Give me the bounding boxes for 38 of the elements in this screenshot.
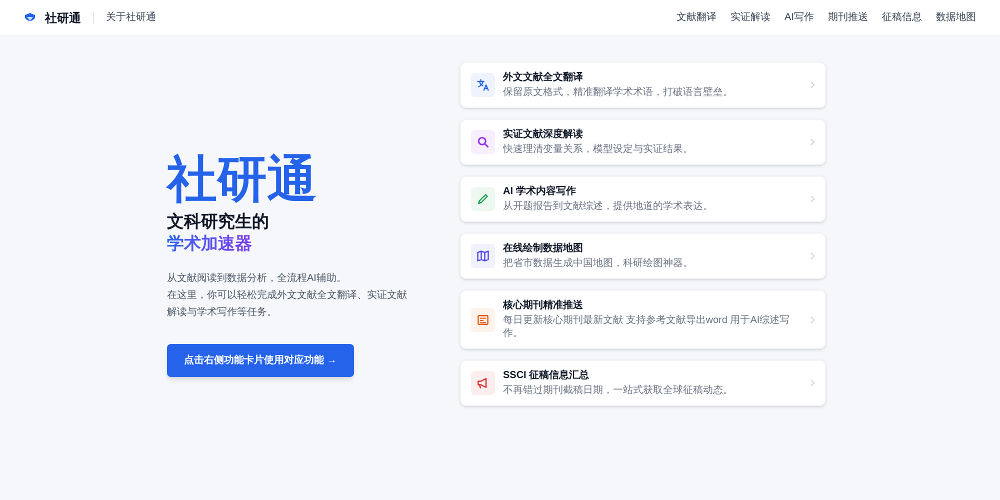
hero-title: 社研通	[167, 151, 318, 207]
feature-card[interactable]: 在线绘制数据地图 把省市数据生成中国地图，科研绘图神器。	[460, 233, 826, 279]
hero-paragraph: 在这里，你可以轻松完成外文文献全文翻译、实证文献解读与学术写作等任务。	[167, 288, 408, 320]
card-title: AI 学术内容写作	[503, 185, 577, 199]
nav-link[interactable]: 数据地图	[936, 10, 976, 25]
hero-subtitle: 文科研究生的	[167, 211, 270, 233]
card-description: 快速理清变量关系，模型设定与实证结果。	[503, 143, 694, 156]
card-title: 实证文献深度解读	[503, 128, 584, 142]
logo-icon	[24, 12, 36, 24]
card-description: 不再错过期刊截稿日期，一站式获取全球征稿动态。	[503, 384, 734, 397]
feature-card[interactable]: AI 学术内容写作 从开题报告到文献综述，提供地道的学术表达。	[460, 176, 826, 222]
card-description: 每日更新核心期刊最新文献 支持参考文献导出word 用于AI综述写作。	[503, 314, 791, 340]
nav-link[interactable]: 文献翻译	[676, 10, 717, 25]
card-description: 从开题报告到文献综述，提供地道的学术表达。	[503, 200, 714, 213]
chevron-icon	[810, 252, 815, 260]
nav-link[interactable]: 实证解读	[730, 10, 771, 25]
card-description: 保留原文格式，精准翻译学术术语，打破语言壁垒。	[503, 86, 734, 99]
feature-card[interactable]: 核心期刊精准推送 每日更新核心期刊最新文献 支持参考文献导出word 用于AI综述写作。	[460, 290, 826, 349]
brand-name[interactable]: 社研通	[45, 8, 81, 26]
nav-link[interactable]: 征稿信息	[882, 10, 922, 25]
feature-card[interactable]: SSCI 征稿信息汇总 不再错过期刊截稿日期，一站式获取全球征稿动态。	[460, 360, 826, 406]
card-title: 核心期刊精准推送	[503, 299, 584, 313]
chevron-icon	[810, 316, 815, 324]
feature-card[interactable]: 实证文献深度解读 快速理清变量关系，模型设定与实证结果。	[460, 119, 826, 165]
hero-paragraph: 从文献阅读到数据分析，全流程AI辅助。	[167, 272, 348, 286]
card-title: 外文文献全文翻译	[503, 71, 584, 85]
chevron-icon	[810, 81, 815, 89]
cta-button[interactable]: 点击右侧功能卡片使用对应功能 →	[167, 344, 354, 377]
card-title: 在线绘制数据地图	[503, 242, 584, 256]
nav-link[interactable]: 期刊推送	[828, 10, 868, 25]
chevron-icon	[810, 195, 815, 203]
nav-link[interactable]: AI写作	[784, 10, 814, 25]
card-description: 把省市数据生成中国地图，科研绘图神器。	[503, 257, 694, 270]
chevron-icon	[810, 379, 815, 387]
about-link[interactable]: 关于社研通	[106, 10, 156, 25]
feature-card[interactable]: 外文文献全文翻译 保留原文格式，精准翻译学术术语，打破语言壁垒。	[460, 62, 826, 108]
card-title: SSCI 征稿信息汇总	[503, 369, 590, 383]
chevron-icon	[810, 138, 815, 146]
